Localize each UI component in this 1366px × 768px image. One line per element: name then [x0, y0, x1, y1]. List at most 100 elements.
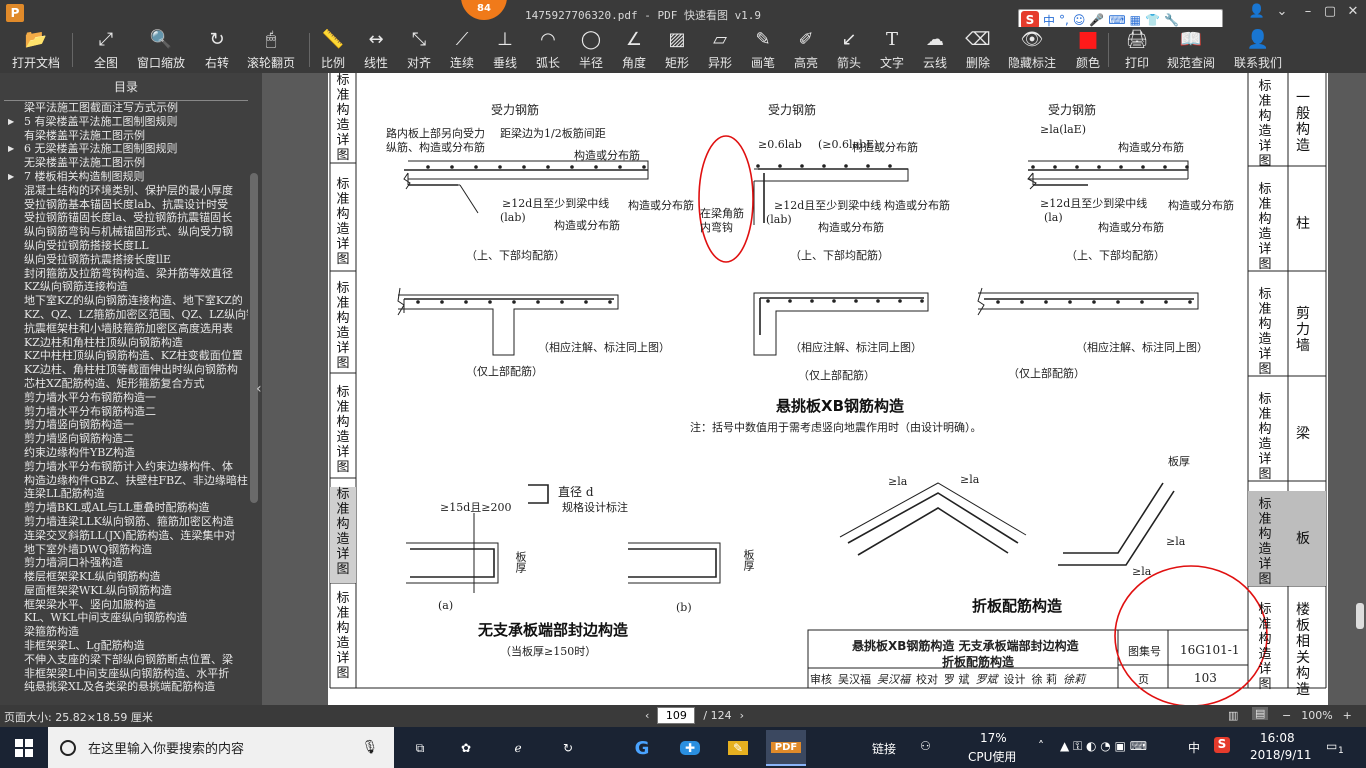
ime-punct[interactable]: °,	[1059, 13, 1069, 27]
toc-item[interactable]: KZ边柱、角柱柱顶等截面伸出时纵向钢筋构	[0, 363, 248, 377]
swirl-app-icon[interactable]: ↻	[548, 730, 588, 766]
maximize-icon[interactable]: ▢	[1320, 4, 1340, 19]
start-button[interactable]	[0, 727, 48, 768]
page-scroll-thumb[interactable]	[1356, 603, 1364, 629]
wrench-icon[interactable]: 🔧	[1164, 13, 1179, 27]
toc-item[interactable]: 剪力墙竖向钢筋构造二	[0, 432, 248, 446]
toc-item[interactable]: 剪力墙洞口补强构造	[0, 556, 248, 570]
task-view-icon[interactable]: ⧉	[400, 730, 440, 766]
toc-item[interactable]: 剪力墙水平分布钢筋构造二	[0, 405, 248, 419]
expand-arrow-icon[interactable]: ▶	[8, 142, 14, 156]
app-logo[interactable]: P	[6, 4, 24, 22]
toolbar-radius-button[interactable]: ◯ 半径	[567, 27, 615, 73]
zoom-in-icon[interactable]: +	[1343, 709, 1352, 722]
toolbar-brush-button[interactable]: ✎ 画笔	[739, 27, 787, 73]
toolbar-continuous-button[interactable]: ⟋ 连续	[438, 27, 486, 73]
toolbar-scroll-page-button[interactable]: 🖱 滚轮翻页	[247, 27, 295, 73]
toc-item[interactable]: 框架梁水平、竖向加腋构造	[0, 598, 248, 612]
toc-item[interactable]: 受拉钢筋基本锚固长度lab、抗震设计时受	[0, 198, 248, 212]
toc-item[interactable]: 屋面框架梁WKL纵向钢筋构造	[0, 584, 248, 598]
toolbar-arc-length-button[interactable]: ◠ 弧长	[524, 27, 572, 73]
toc-item[interactable]: 约束边缘构件YBZ构造	[0, 446, 248, 460]
ime-mode[interactable]: 中	[1043, 12, 1055, 29]
user-icon[interactable]: 👤	[1247, 4, 1267, 19]
mic-icon[interactable]: 🎤	[1089, 13, 1104, 27]
notes-app-icon[interactable]: ✎	[718, 730, 758, 766]
toc-item[interactable]: 连梁LL配筋构造	[0, 487, 248, 501]
toc-item[interactable]: 梁箍筋构造	[0, 625, 248, 639]
expand-arrow-icon[interactable]: ▶	[8, 170, 14, 184]
minimize-icon[interactable]: –	[1298, 4, 1318, 19]
toc-item[interactable]: 封闭箍筋及拉筋弯钩构造、梁并筋等效直径	[0, 267, 248, 281]
continuous-page-icon[interactable]: ▤	[1252, 707, 1269, 720]
tray-icons[interactable]: ▲ ⚿ ◐ ◔ ▣ ⌨	[1060, 739, 1147, 754]
toolbar-color-button[interactable]: ■ 颜色	[1064, 27, 1112, 73]
toc-item[interactable]: 梁平法施工图截面注写方式示例	[0, 101, 248, 115]
toc-item[interactable]: 有梁楼盖平法施工图示例	[0, 129, 248, 143]
toc-item[interactable]: 剪力墙水平分布钢筋构造一	[0, 391, 248, 405]
toolbar-hide-annot-button[interactable]: 👁 隐藏标注	[1008, 27, 1056, 73]
toc-item[interactable]: 混凝土结构的环境类别、保护层的最小厚度	[0, 184, 248, 198]
toolbar-perpendicular-button[interactable]: ⊥ 垂线	[481, 27, 529, 73]
clock-date[interactable]: 2018/9/11	[1250, 748, 1312, 762]
toc-item[interactable]: 无梁楼盖平法施工图示例	[0, 156, 248, 170]
mic-icon[interactable]: 🎙	[361, 740, 378, 755]
toolbar-rectangle-button[interactable]: ▨ 矩形	[653, 27, 701, 73]
grid-icon[interactable]: ▦	[1130, 13, 1141, 27]
next-page-icon[interactable]: ›	[740, 709, 744, 722]
taskbar-search[interactable]: 在这里输入你要搜索的内容 🎙	[48, 727, 394, 768]
chevron-down-icon[interactable]: ⌄	[1272, 4, 1292, 19]
toolbar-rotate-button[interactable]: ↻ 右转	[193, 27, 241, 73]
toolbar-text-button[interactable]: T 文字	[868, 27, 916, 73]
sogou-tray-icon[interactable]: S	[1214, 737, 1230, 753]
toc-item[interactable]: 不伸入支座的梁下部纵向钢筋断点位置、梁	[0, 653, 248, 667]
toc-item[interactable]: KZ边柱和角柱柱顶纵向钢筋构造	[0, 336, 248, 350]
toc-item[interactable]: 地下室外墙DWQ钢筋构造	[0, 543, 248, 557]
toc-item[interactable]: 剪力墙BKL或AL与LL重叠时配筋构造	[0, 501, 248, 515]
toolbar-open-button[interactable]: 📂 打开文档	[12, 27, 60, 73]
toolbar-spec-button[interactable]: 📖 规范查阅	[1167, 27, 1215, 73]
browser-g-icon[interactable]: G	[622, 730, 662, 766]
toolbar-linear-button[interactable]: ↔ 线性	[352, 27, 400, 73]
toc-item[interactable]: 楼层框架梁KL纵向钢筋构造	[0, 570, 248, 584]
cross-app-icon[interactable]: ✚	[670, 730, 710, 766]
document-viewer[interactable]: 标准构造详图 标准构造详图 标准构造详图 标准构造详图 标准构造详图 标准构造详…	[262, 73, 1366, 705]
toc-item[interactable]: KZ中柱柱顶纵向钢筋构造、KZ柱变截面位置	[0, 349, 248, 363]
toc-item[interactable]: 剪力墙水平分布钢筋计入约束边缘构件、体	[0, 460, 248, 474]
toc-item[interactable]: 纯悬挑梁XL及各类梁的悬挑端配筋构造	[0, 680, 248, 694]
toolbar-irregular-button[interactable]: ▱ 异形	[696, 27, 744, 73]
people-icon[interactable]: ⚇	[920, 739, 931, 753]
toc-item[interactable]: KZ纵向钢筋连接构造	[0, 280, 248, 294]
toc-item[interactable]: 纵向钢筋弯钩与机械锚固形式、纵向受力钢	[0, 225, 248, 239]
pdf-viewer-app-icon[interactable]: PDF	[766, 730, 806, 766]
page-input[interactable]	[657, 707, 696, 724]
toc-scrollbar[interactable]	[250, 103, 258, 703]
toolbar-print-button[interactable]: 🖨 打印	[1113, 27, 1161, 73]
toc-item[interactable]: 连梁交叉斜筋LL(JX)配筋构造、连梁集中对	[0, 529, 248, 543]
toolbar-arrow-button[interactable]: ↙ 箭头	[825, 27, 873, 73]
ie-browser-icon[interactable]: ℯ	[498, 730, 538, 766]
tray-link[interactable]: 链接	[872, 740, 896, 757]
chevron-up-icon[interactable]: ˄	[1038, 739, 1044, 753]
toc-item[interactable]: KZ、QZ、LZ箍筋加密区范围、QZ、LZ纵向钢	[0, 308, 248, 322]
toolbar-cloud-button[interactable]: ☁ 云线	[911, 27, 959, 73]
toolbar-delete-button[interactable]: ⌫ 删除	[954, 27, 1002, 73]
action-center-icon[interactable]: ▭	[1326, 739, 1337, 753]
toc-item[interactable]: 非框架梁L中间支座纵向钢筋构造、水平折	[0, 667, 248, 681]
toolbar-fit-button[interactable]: ⤢ 全图	[82, 27, 130, 73]
toc-item[interactable]: 非框架梁L、Lg配筋构造	[0, 639, 248, 653]
emoji-icon[interactable]: ☺	[1073, 13, 1086, 27]
toc-item[interactable]: ▶ 7 楼板相关构造制图规则	[0, 170, 248, 184]
single-page-icon[interactable]: ▥	[1228, 709, 1238, 722]
toc-item[interactable]: 纵向受拉钢筋抗震搭接长度llE	[0, 253, 248, 267]
expand-arrow-icon[interactable]: ▶	[8, 115, 14, 129]
toc-item[interactable]: 构造边缘构件GBZ、扶壁柱FBZ、非边缘暗柱	[0, 474, 248, 488]
toc-item[interactable]: 纵向受拉钢筋搭接长度LL	[0, 239, 248, 253]
page-scrollbar[interactable]	[1354, 73, 1366, 705]
toolbar-highlight-button[interactable]: ✐ 高亮	[782, 27, 830, 73]
toc-item[interactable]: 抗震框架柱和小墙肢箍筋加密区高度选用表	[0, 322, 248, 336]
toolbar-angle-button[interactable]: ∠ 角度	[610, 27, 658, 73]
toolbar-contact-button[interactable]: 👤 联系我们	[1234, 27, 1282, 73]
toc-item[interactable]: 剪力墙竖向钢筋构造一	[0, 418, 248, 432]
prev-page-icon[interactable]: ‹	[645, 709, 649, 722]
